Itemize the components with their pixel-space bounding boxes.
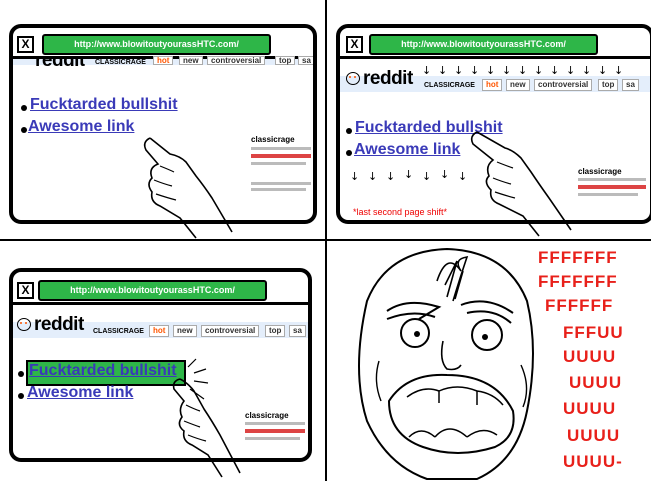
rage-text-line: FFFFFF: [545, 296, 614, 315]
rage-text-line: FFFFFFF: [538, 248, 618, 267]
rage-text-line: UUUU: [569, 373, 623, 392]
tapping-hand: [470, 131, 572, 237]
tapping-hand: [143, 137, 233, 239]
rage-face: [358, 247, 534, 480]
rage-text-line: FFFUU: [563, 323, 624, 342]
rage-text-line: UUUU: [563, 399, 617, 418]
panel-3: X http://www.blowitoutyourassHTC.com/ re…: [0, 241, 325, 481]
tapping-hand: [172, 358, 241, 478]
panel-1: X http://www.blowitoutyourassHTC.com/ re…: [0, 0, 325, 239]
rage-text-line: UUUU: [567, 426, 621, 445]
rage-text-line: UUUU-: [563, 452, 623, 471]
rage-text-line: UUUU: [563, 347, 617, 366]
rage-text-line: FFFFFFF: [538, 272, 618, 291]
panel-4: FFFFFFF FFFFFFF FFFFFF FFFUU UUUU UUUU U…: [327, 241, 651, 481]
rage-comic: X http://www.blowitoutyourassHTC.com/ re…: [0, 0, 651, 481]
panel-2: X http://www.blowitoutyourassHTC.com/ re…: [327, 0, 651, 239]
